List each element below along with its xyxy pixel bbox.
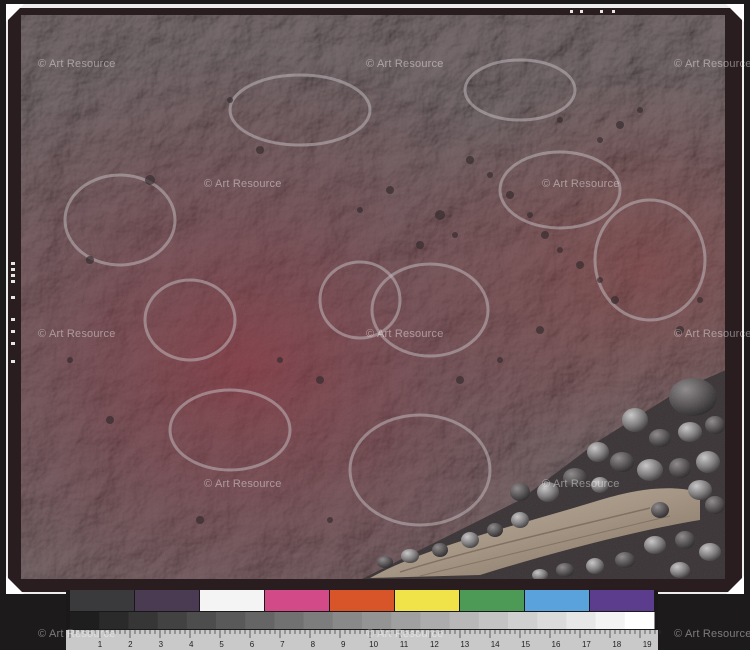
ruler-number: 3 — [159, 640, 164, 649]
ruler-number: 5 — [219, 640, 224, 649]
ruler-number: 19 — [643, 640, 652, 649]
gray-step — [624, 612, 655, 629]
ruler-number: 7 — [280, 640, 285, 649]
ruler-number: 6 — [250, 640, 255, 649]
color-patch — [525, 590, 589, 611]
gray-step — [99, 612, 129, 629]
color-patch — [460, 590, 524, 611]
gray-step — [186, 612, 217, 629]
gray-step — [332, 612, 363, 629]
gray-ramp — [70, 612, 655, 629]
rock-photograph — [20, 14, 726, 580]
gray-step — [157, 612, 188, 629]
photo-scene: 1 2 3 4 5 6 7 8 9 10 11 12 13 14 15 16 17 18 19 — [0, 0, 750, 650]
ruler-number: 11 — [400, 640, 409, 649]
color-patch — [200, 590, 264, 611]
color-patch — [70, 590, 134, 611]
color-patch — [330, 590, 394, 611]
gray-step — [303, 612, 334, 629]
color-target-strip: 1 2 3 4 5 6 7 8 9 10 11 12 13 14 15 16 17 18 19 — [66, 590, 661, 650]
color-patch — [135, 590, 199, 611]
color-patches — [70, 590, 654, 611]
gray-step — [595, 612, 626, 629]
gray-step — [70, 612, 100, 629]
gray-step — [216, 612, 246, 629]
ruler-number: 8 — [311, 640, 316, 649]
gray-step — [274, 612, 305, 629]
gray-step — [362, 612, 392, 629]
color-patch — [590, 590, 654, 611]
gray-step — [566, 612, 597, 629]
ruler-number: 13 — [460, 640, 469, 649]
gray-step — [478, 612, 509, 629]
ruler-number: 4 — [189, 640, 194, 649]
ruler-number: 17 — [582, 640, 591, 649]
gray-step — [449, 612, 480, 629]
ruler-number: 10 — [369, 640, 378, 649]
color-patch — [395, 590, 459, 611]
gray-step — [128, 612, 159, 629]
gray-step — [537, 612, 567, 629]
ruler-number: 12 — [430, 640, 439, 649]
ruler-number: 16 — [552, 640, 561, 649]
ruler-number: 14 — [491, 640, 500, 649]
gray-step — [391, 612, 421, 629]
ruler-number: 1 — [98, 640, 103, 649]
ruler-number: 9 — [341, 640, 346, 649]
gray-step — [420, 612, 451, 629]
gray-step — [508, 612, 538, 629]
gray-step — [245, 612, 275, 629]
ruler-number: 2 — [128, 640, 133, 649]
color-patch — [265, 590, 329, 611]
ruler-number: 15 — [521, 640, 530, 649]
ruler-number: 18 — [612, 640, 621, 649]
